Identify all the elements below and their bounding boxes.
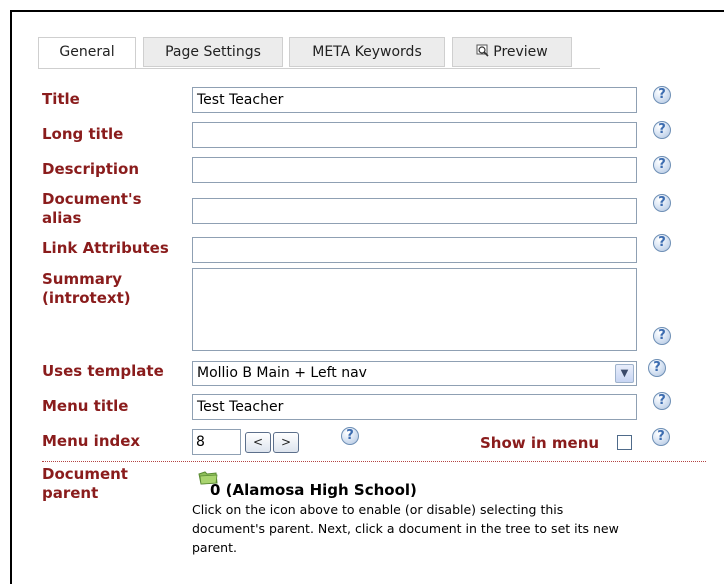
summary-label: Summary (introtext) bbox=[42, 270, 131, 308]
link-attributes-label: Link Attributes bbox=[42, 239, 169, 257]
document-parent-value: 0 (Alamosa High School) bbox=[210, 481, 417, 499]
menu-title-label: Menu title bbox=[42, 397, 129, 415]
template-selected-value: Mollio B Main + Left nav bbox=[197, 365, 367, 381]
tab-preview[interactable]: Preview bbox=[452, 37, 572, 67]
alias-input[interactable] bbox=[192, 198, 637, 224]
show-in-menu-checkbox[interactable] bbox=[617, 435, 632, 450]
template-select[interactable]: Mollio B Main + Left nav ▼ bbox=[192, 361, 637, 386]
description-label: Description bbox=[42, 160, 140, 178]
long-title-input[interactable] bbox=[192, 122, 637, 148]
tab-page-settings[interactable]: Page Settings bbox=[143, 37, 283, 67]
tab-general-label: General bbox=[59, 44, 115, 60]
alias-label: Document's alias bbox=[42, 190, 142, 228]
tab-general[interactable]: General bbox=[38, 37, 136, 69]
menu-index-increase-button[interactable]: > bbox=[273, 432, 299, 453]
document-parent-label: Document parent bbox=[42, 465, 128, 503]
alias-label-line1: Document's bbox=[42, 190, 142, 208]
title-input[interactable]: Test Teacher bbox=[192, 87, 637, 113]
description-help-icon[interactable]: ? bbox=[653, 156, 671, 174]
template-help-icon[interactable]: ? bbox=[648, 359, 666, 377]
long-title-help-icon[interactable]: ? bbox=[653, 121, 671, 139]
chevron-down-icon[interactable]: ▼ bbox=[615, 364, 634, 383]
tab-preview-label: Preview bbox=[493, 44, 548, 60]
show-in-menu-help-icon[interactable]: ? bbox=[652, 428, 670, 446]
tab-bar: General Page Settings META Keywords Prev… bbox=[38, 37, 718, 69]
menu-title-help-icon[interactable]: ? bbox=[653, 392, 671, 410]
title-help-icon[interactable]: ? bbox=[653, 86, 671, 104]
show-in-menu-label: Show in menu bbox=[480, 434, 600, 452]
menu-index-help-icon[interactable]: ? bbox=[341, 427, 359, 445]
document-parent-help-text: Click on the icon above to enable (or di… bbox=[192, 502, 619, 555]
menu-title-input[interactable]: Test Teacher bbox=[192, 394, 637, 420]
summary-textarea[interactable] bbox=[192, 268, 637, 351]
tab-page-settings-label: Page Settings bbox=[165, 44, 261, 60]
description-input[interactable] bbox=[192, 157, 637, 183]
tab-meta-keywords[interactable]: META Keywords bbox=[289, 37, 445, 67]
magnifier-icon bbox=[476, 44, 489, 57]
tab-underline bbox=[38, 68, 600, 69]
document-parent-label-line2: parent bbox=[42, 484, 99, 502]
document-parent-label-line1: Document bbox=[42, 465, 128, 483]
alias-label-line2: alias bbox=[42, 209, 82, 227]
section-divider bbox=[42, 461, 706, 462]
alias-help-icon[interactable]: ? bbox=[653, 194, 671, 212]
menu-index-input[interactable]: 8 bbox=[192, 429, 241, 455]
menu-index-decrease-button[interactable]: < bbox=[245, 432, 271, 453]
summary-label-line1: Summary bbox=[42, 270, 123, 288]
long-title-label: Long title bbox=[42, 125, 124, 143]
summary-label-line2: (introtext) bbox=[42, 289, 131, 307]
tab-meta-keywords-label: META Keywords bbox=[312, 44, 422, 60]
summary-help-icon[interactable]: ? bbox=[653, 327, 671, 345]
template-label: Uses template bbox=[42, 362, 164, 380]
title-label: Title bbox=[42, 90, 80, 108]
link-attributes-input[interactable] bbox=[192, 237, 637, 263]
menu-index-label: Menu index bbox=[42, 432, 141, 450]
link-attributes-help-icon[interactable]: ? bbox=[653, 234, 671, 252]
